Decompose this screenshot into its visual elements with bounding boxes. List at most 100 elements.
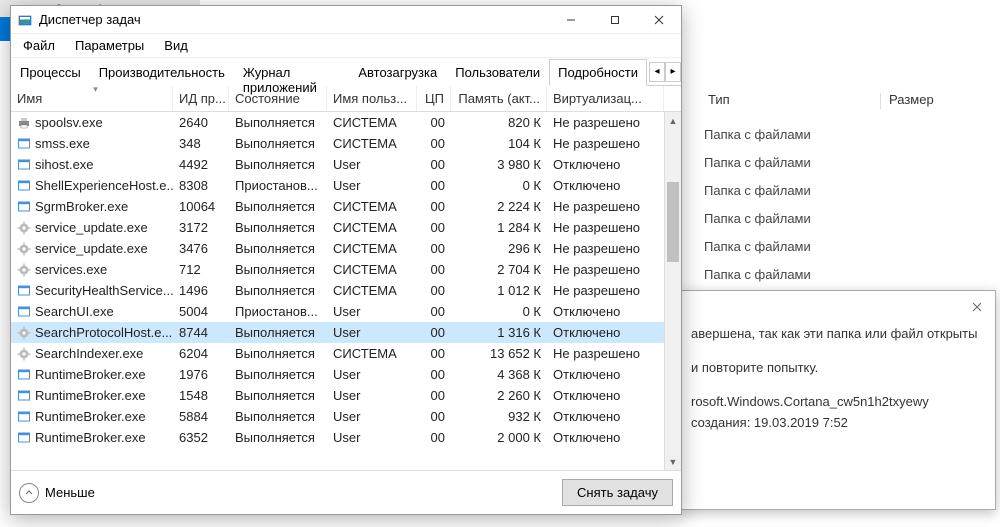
cell-name: RuntimeBroker.exe — [35, 367, 146, 382]
table-row[interactable]: ShellExperienceHost.e...8308Приостанов..… — [11, 175, 664, 196]
colhead-user[interactable]: Имя польз... — [327, 86, 417, 111]
tab-5[interactable]: Подробности — [549, 59, 647, 86]
cell-name: spoolsv.exe — [35, 115, 103, 130]
table-row[interactable]: services.exe712ВыполняетсяСИСТЕМА002 704… — [11, 259, 664, 280]
cell-memory: 3 980 К — [451, 157, 547, 172]
table-row[interactable]: SearchUI.exe5004Приостанов...User000 КОт… — [11, 301, 664, 322]
cell-user: User — [327, 178, 417, 193]
explorer-folder-item[interactable]: Папка с файлами — [704, 236, 811, 264]
scroll-down-icon[interactable]: ▼ — [665, 453, 681, 470]
cell-name: SgrmBroker.exe — [35, 199, 128, 214]
explorer-folder-item[interactable]: Папка с файлами — [704, 180, 811, 208]
fewer-details-label[interactable]: Меньше — [45, 485, 95, 500]
tab-4[interactable]: Пользователи — [446, 59, 549, 86]
table-row[interactable]: RuntimeBroker.exe5884ВыполняетсяUser0093… — [11, 406, 664, 427]
colhead-pid[interactable]: ИД пр... — [173, 86, 229, 111]
cell-status: Приостанов... — [229, 304, 327, 319]
explorer-folder-item[interactable]: Папка с файлами — [704, 152, 811, 180]
cell-user: User — [327, 304, 417, 319]
process-icon — [17, 200, 31, 214]
table-row[interactable]: sihost.exe4492ВыполняетсяUser003 980 КОт… — [11, 154, 664, 175]
table-row[interactable]: RuntimeBroker.exe1548ВыполняетсяUser002 … — [11, 385, 664, 406]
colhead-virtualization[interactable]: Виртуализац... — [547, 86, 664, 111]
table-row[interactable]: smss.exe348ВыполняетсяСИСТЕМА00104 КНе р… — [11, 133, 664, 154]
colhead-memory[interactable]: Память (акт... — [451, 86, 547, 111]
cell-memory: 0 К — [451, 304, 547, 319]
cell-virtualization: Отключено — [547, 178, 664, 193]
cell-pid: 348 — [173, 136, 229, 151]
cell-status: Выполняется — [229, 388, 327, 403]
table-row[interactable]: RuntimeBroker.exe1976ВыполняетсяUser004 … — [11, 364, 664, 385]
titlebar[interactable]: Диспетчер задач — [11, 6, 681, 34]
cell-cpu: 00 — [417, 262, 451, 277]
cell-cpu: 00 — [417, 241, 451, 256]
cell-pid: 10064 — [173, 199, 229, 214]
minimize-button[interactable] — [549, 6, 593, 34]
explorer-folder-item[interactable]: Папка с файлами — [704, 264, 811, 292]
tab-scroll-right-icon[interactable]: ▸ — [665, 62, 681, 82]
vertical-scrollbar[interactable]: ▲ ▼ — [664, 112, 681, 470]
cell-cpu: 00 — [417, 388, 451, 403]
menu-view[interactable]: Вид — [160, 36, 192, 55]
explorer-folder-item[interactable]: Папка с файлами — [704, 208, 811, 236]
window-title: Диспетчер задач — [39, 12, 141, 27]
tab-1[interactable]: Производительность — [90, 59, 234, 86]
table-row[interactable]: service_update.exe3476ВыполняетсяСИСТЕМА… — [11, 238, 664, 259]
process-list[interactable]: spoolsv.exe2640ВыполняетсяСИСТЕМА00820 К… — [11, 112, 681, 470]
cell-status: Выполняется — [229, 325, 327, 340]
explorer-header-type[interactable]: Тип — [700, 88, 880, 114]
cell-user: СИСТЕМА — [327, 115, 417, 130]
colhead-name[interactable]: Имя ▾ — [11, 86, 173, 111]
cell-virtualization: Отключено — [547, 430, 664, 445]
cell-virtualization: Отключено — [547, 157, 664, 172]
cell-pid: 6204 — [173, 346, 229, 361]
process-icon — [17, 242, 31, 256]
cell-user: СИСТЕМА — [327, 220, 417, 235]
process-icon — [17, 305, 31, 319]
cell-name: smss.exe — [35, 136, 90, 151]
cell-user: User — [327, 430, 417, 445]
table-row[interactable]: SearchProtocolHost.e...8744ВыполняетсяUs… — [11, 322, 664, 343]
cell-status: Выполняется — [229, 136, 327, 151]
cell-name: SearchIndexer.exe — [35, 346, 143, 361]
menu-file[interactable]: Файл — [19, 36, 59, 55]
scroll-up-icon[interactable]: ▲ — [665, 112, 681, 129]
cell-pid: 8744 — [173, 325, 229, 340]
cell-memory: 4 368 К — [451, 367, 547, 382]
cell-name: RuntimeBroker.exe — [35, 409, 146, 424]
cell-user: User — [327, 157, 417, 172]
explorer-folder-item[interactable]: Папка с файлами — [704, 124, 811, 152]
process-icon — [17, 179, 31, 193]
table-row[interactable]: SecurityHealthService...1496ВыполняетсяС… — [11, 280, 664, 301]
maximize-button[interactable] — [593, 6, 637, 34]
table-row[interactable]: SearchIndexer.exe6204ВыполняетсяСИСТЕМА0… — [11, 343, 664, 364]
table-row[interactable]: spoolsv.exe2640ВыполняетсяСИСТЕМА00820 К… — [11, 112, 664, 133]
table-row[interactable]: service_update.exe3172ВыполняетсяСИСТЕМА… — [11, 217, 664, 238]
scrollbar-thumb[interactable] — [667, 182, 679, 262]
tab-0[interactable]: Процессы — [11, 59, 90, 86]
cell-memory: 2 224 К — [451, 199, 547, 214]
cell-memory: 820 К — [451, 115, 547, 130]
process-icon — [17, 158, 31, 172]
error-text-4: создания: 19.03.2019 7:52 — [691, 414, 981, 432]
fewer-details-icon[interactable] — [19, 483, 39, 503]
tab-2[interactable]: Журнал приложений — [234, 59, 349, 86]
table-row[interactable]: SgrmBroker.exe10064ВыполняетсяСИСТЕМА002… — [11, 196, 664, 217]
colhead-cpu[interactable]: ЦП — [417, 86, 451, 111]
tab-scroll-left-icon[interactable]: ◂ — [649, 62, 665, 82]
colhead-status[interactable]: Состояние — [229, 86, 327, 111]
table-row[interactable]: RuntimeBroker.exe6352ВыполняетсяUser002 … — [11, 427, 664, 448]
tab-3[interactable]: Автозагрузка — [349, 59, 446, 86]
error-text-1: авершена, так как эти папка или файл отк… — [691, 325, 981, 343]
cell-virtualization: Не разрешено — [547, 283, 664, 298]
error-text-3: rosoft.Windows.Cortana_cw5n1h2txyewy — [691, 393, 981, 411]
end-task-button[interactable]: Снять задачу — [562, 479, 673, 506]
tab-strip: ПроцессыПроизводительностьЖурнал приложе… — [11, 58, 681, 86]
cell-status: Выполняется — [229, 409, 327, 424]
cell-cpu: 00 — [417, 220, 451, 235]
close-icon[interactable] — [965, 295, 989, 319]
cell-pid: 3476 — [173, 241, 229, 256]
close-button[interactable] — [637, 6, 681, 34]
menu-options[interactable]: Параметры — [71, 36, 148, 55]
explorer-header-size[interactable]: Размер — [881, 88, 942, 114]
